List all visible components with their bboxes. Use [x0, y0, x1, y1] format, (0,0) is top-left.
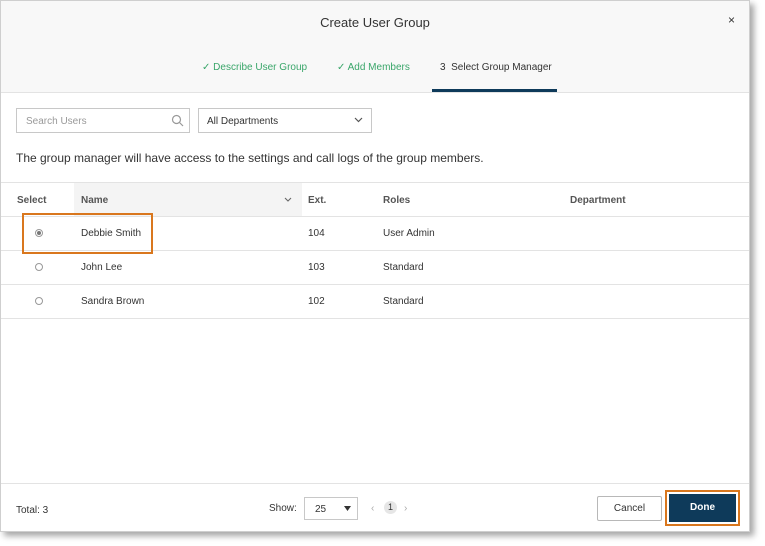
step-select-group-manager[interactable]: 3 Select Group Manager	[440, 62, 552, 73]
table-row[interactable]: Sandra Brown 102 Standard	[1, 285, 749, 319]
select-radio[interactable]	[35, 297, 43, 305]
row-ext: 103	[308, 262, 325, 273]
create-user-group-dialog: Create User Group × ✓ Describe User Grou…	[0, 0, 750, 532]
page-number[interactable]: 1	[384, 501, 397, 514]
row-ext: 102	[308, 296, 325, 307]
done-button[interactable]: Done	[669, 494, 736, 522]
row-role: Standard	[383, 296, 424, 307]
dialog-footer: Total: 3 Show: 25 ‹ 1 › Cancel	[1, 483, 749, 533]
selected-row-highlight	[22, 213, 153, 254]
step-describe-user-group[interactable]: ✓ Describe User Group	[202, 62, 307, 73]
department-dropdown-value: All Departments	[207, 116, 279, 127]
column-header-ext[interactable]: Ext.	[308, 195, 326, 206]
row-name: John Lee	[81, 262, 123, 273]
next-page-icon[interactable]: ›	[404, 503, 407, 514]
chevron-down-icon	[354, 117, 363, 123]
search-input[interactable]	[24, 110, 168, 133]
department-dropdown[interactable]: All Departments	[198, 108, 372, 133]
dialog-title: Create User Group	[320, 15, 430, 30]
group-manager-description: The group manager will have access to th…	[16, 151, 484, 165]
page-size-value: 25	[315, 504, 327, 515]
row-role: User Admin	[383, 228, 435, 239]
column-header-name[interactable]: Name	[81, 195, 108, 206]
table-row[interactable]: John Lee 103 Standard	[1, 251, 749, 285]
page-size-select[interactable]: 25	[304, 497, 358, 520]
row-role: Standard	[383, 262, 424, 273]
close-icon[interactable]: ×	[728, 13, 735, 27]
done-button-highlight: Done	[665, 490, 740, 526]
dialog-header: Create User Group × ✓ Describe User Grou…	[1, 1, 749, 93]
total-count: Total: 3	[16, 505, 49, 516]
active-step-indicator	[432, 89, 557, 92]
page-size-label: Show:	[269, 503, 297, 514]
table-header: Select Name Ext. Roles Department	[1, 182, 749, 217]
prev-page-icon[interactable]: ‹	[371, 503, 374, 514]
step-add-members[interactable]: ✓ Add Members	[337, 62, 410, 73]
cancel-button[interactable]: Cancel	[597, 496, 662, 521]
search-icon[interactable]	[171, 114, 184, 127]
sort-chevron-icon[interactable]	[284, 197, 292, 202]
column-header-select: Select	[17, 195, 47, 206]
row-ext: 104	[308, 228, 325, 239]
select-radio[interactable]	[35, 263, 43, 271]
row-name: Sandra Brown	[81, 296, 145, 307]
column-header-roles[interactable]: Roles	[383, 195, 410, 206]
caret-down-icon	[344, 506, 351, 511]
search-users-box[interactable]	[16, 108, 190, 133]
column-header-department[interactable]: Department	[570, 195, 626, 206]
